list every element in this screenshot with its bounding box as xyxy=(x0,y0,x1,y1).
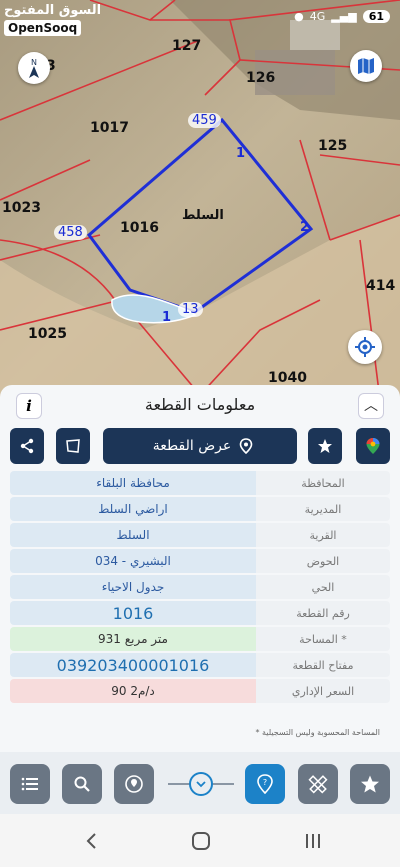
location-pin-icon xyxy=(239,438,253,454)
admin-price-label: السعر الإداري xyxy=(256,679,390,703)
governorate-value: محافظة البلقاء xyxy=(10,471,256,495)
edge-label-1b: 1 xyxy=(162,310,172,325)
bottom-toolbar: ? xyxy=(0,752,400,814)
network-indicator: 4G xyxy=(309,10,326,23)
brand-arabic: السوق المفتوح xyxy=(4,3,102,18)
row-admin-price: 90 د/م2 السعر الإداري xyxy=(10,679,390,703)
locate-button[interactable] xyxy=(348,330,382,364)
show-plot-label: عرض القطعة xyxy=(152,438,232,454)
chevron-up-icon: ︿ xyxy=(364,398,378,414)
google-maps-button[interactable] xyxy=(356,428,390,464)
compass-icon: N xyxy=(29,58,39,78)
status-bar: السوق المفتوح OpenSooq ● 4G ▂▄▆ 61 xyxy=(0,0,400,38)
map-icon xyxy=(358,58,374,74)
star-icon xyxy=(318,439,332,453)
row-village: السلط القرية xyxy=(10,523,390,547)
parcel-label-414: 414 xyxy=(366,278,396,294)
governorate-label: المحافظة xyxy=(256,471,390,495)
edge-label-2: 2 xyxy=(300,220,310,235)
row-neighborhood: جدول الاحياء الحي xyxy=(10,575,390,599)
vertex-label-459: 459 xyxy=(188,113,221,128)
share-icon xyxy=(20,438,34,454)
village-value: السلط xyxy=(10,523,256,547)
ruler-icon xyxy=(308,775,328,794)
chevron-down-icon xyxy=(196,781,206,788)
neighborhood-label: الحي xyxy=(256,575,390,599)
plot-number-label: رقم القطعة xyxy=(256,601,390,625)
map-layers-button[interactable] xyxy=(350,50,382,82)
star-outline-icon xyxy=(361,775,379,793)
system-nav-bar xyxy=(0,814,400,867)
map-view[interactable]: 127 126 1017 125 1023 1016 414 1025 1040… xyxy=(0,0,400,400)
row-basin: البشيري - 034 الحوض xyxy=(10,549,390,573)
favorites-button[interactable] xyxy=(350,764,390,804)
village-label: السلط xyxy=(182,208,224,223)
parcel-label-1040: 1040 xyxy=(268,370,307,386)
favorite-button[interactable] xyxy=(308,428,342,464)
crosshair-icon xyxy=(355,337,375,357)
location-target-icon xyxy=(125,775,143,793)
area-value: 931 متر مربع xyxy=(10,627,256,651)
row-plot-key: 039203400001016 مفتاح القطعة xyxy=(10,653,390,677)
signal-icon: ▂▄▆ xyxy=(331,10,357,23)
help-button[interactable]: ? xyxy=(245,764,285,804)
parcel-label-1023: 1023 xyxy=(2,200,41,216)
recents-icon xyxy=(306,834,320,848)
plot-details-table: محافظة البلقاء المحافظة اراضي السلط المد… xyxy=(10,471,390,705)
brand-english: OpenSooq xyxy=(4,20,82,36)
row-governorate: محافظة البلقاء المحافظة xyxy=(10,471,390,495)
plot-key-label: مفتاح القطعة xyxy=(256,653,390,677)
location-icon: ● xyxy=(294,10,304,23)
parcel-label-126: 126 xyxy=(246,70,276,86)
plot-number-value: 1016 xyxy=(10,601,256,625)
home-icon xyxy=(192,832,210,850)
area-footnote: * المساحة المحسوبة وليس التسجيلية xyxy=(255,728,380,737)
village-label-field: القرية xyxy=(256,523,390,547)
compass-button[interactable]: N xyxy=(18,52,50,84)
polygon-icon xyxy=(66,439,80,453)
basin-value: البشيري - 034 xyxy=(10,549,256,573)
location-search-button[interactable] xyxy=(114,764,154,804)
plot-key-value: 039203400001016 xyxy=(10,653,256,677)
row-area: 931 متر مربع المساحة * xyxy=(10,627,390,651)
search-button[interactable] xyxy=(62,764,102,804)
battery-indicator: 61 xyxy=(362,10,390,23)
area-label: المساحة * xyxy=(256,627,390,651)
neighborhood-value: جدول الاحياء xyxy=(10,575,256,599)
recents-button[interactable] xyxy=(298,826,328,856)
svg-text:?: ? xyxy=(263,778,267,787)
toolbar-expand-handle[interactable] xyxy=(168,772,234,796)
measure-button[interactable] xyxy=(298,764,338,804)
directorate-label: المديرية xyxy=(256,497,390,521)
brand-logo: السوق المفتوح OpenSooq xyxy=(4,4,101,36)
question-pin-icon: ? xyxy=(257,774,273,794)
basin-label: الحوض xyxy=(256,549,390,573)
parcel-label-1017: 1017 xyxy=(90,120,129,136)
list-button[interactable] xyxy=(10,764,50,804)
action-bar: عرض القطعة xyxy=(10,428,390,464)
parcel-label-1016: 1016 xyxy=(120,220,159,236)
back-icon xyxy=(86,833,96,849)
parcel-label-125: 125 xyxy=(318,138,348,154)
home-button[interactable] xyxy=(186,826,216,856)
vertex-label-458: 458 xyxy=(54,225,87,240)
row-plot-number: 1016 رقم القطعة xyxy=(10,601,390,625)
back-button[interactable] xyxy=(76,826,106,856)
svg-text:N: N xyxy=(31,58,37,67)
google-maps-icon xyxy=(366,438,380,454)
panel-title: معلومات القطعة xyxy=(144,395,256,414)
edge-label-1: 1 xyxy=(236,146,246,161)
show-plot-button[interactable]: عرض القطعة xyxy=(103,428,297,464)
directorate-value: اراضي السلط xyxy=(10,497,256,521)
parcel-label-127: 127 xyxy=(172,38,202,54)
search-icon xyxy=(74,776,90,792)
row-directorate: اراضي السلط المديرية xyxy=(10,497,390,521)
share-button[interactable] xyxy=(10,428,44,464)
list-icon xyxy=(21,777,38,791)
vertex-label-13: 13 xyxy=(178,302,203,317)
parcel-label-1025: 1025 xyxy=(28,326,67,342)
collapse-button[interactable]: ︿ xyxy=(358,393,384,419)
polygon-button[interactable] xyxy=(56,428,90,464)
admin-price-value: 90 د/م2 xyxy=(10,679,256,703)
